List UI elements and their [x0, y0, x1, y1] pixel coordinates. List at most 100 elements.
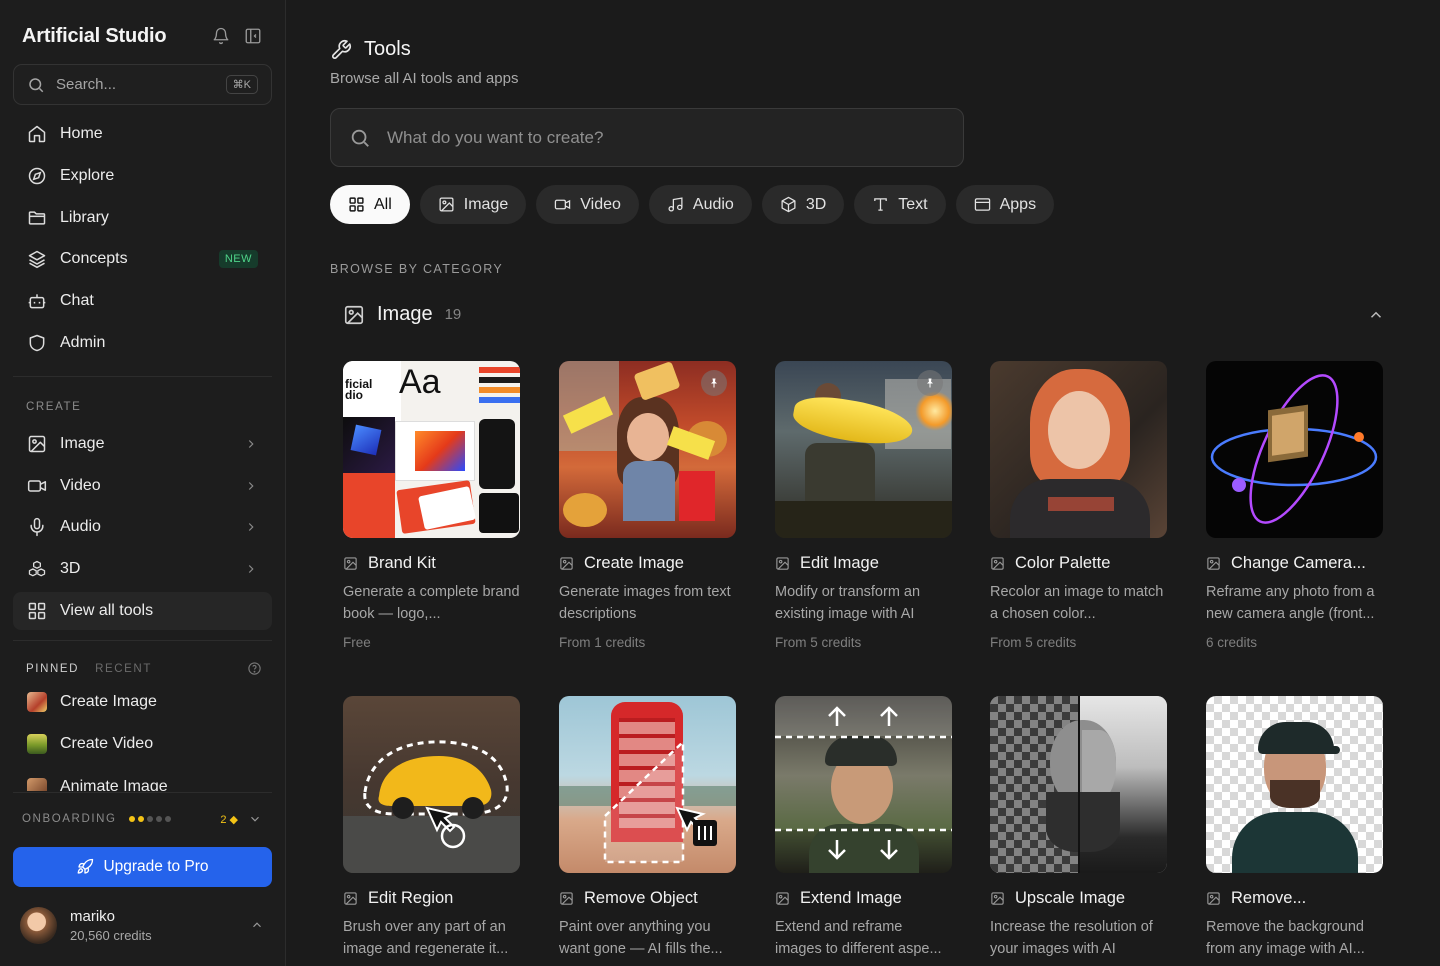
filter-3d[interactable]: 3D [761, 185, 845, 224]
page-title-text: Tools [364, 38, 411, 60]
upgrade-button[interactable]: Upgrade to Pro [13, 847, 272, 887]
bot-icon [28, 294, 46, 309]
nav-explore[interactable]: Explore [13, 157, 272, 195]
view-all-tools[interactable]: View all tools [13, 592, 272, 630]
video-icon [555, 199, 571, 210]
nav-home[interactable]: Home [13, 115, 272, 153]
filter-video[interactable]: Video [536, 185, 639, 224]
tool-card-remove-background[interactable]: Remove... Remove the background from any… [1206, 696, 1383, 960]
tool-card-remove-object[interactable]: Remove Object Paint over anything you wa… [559, 696, 736, 960]
layers-icon [28, 250, 46, 269]
onboarding-progress[interactable]: ONBOARDING 2 ◆ [22, 812, 262, 826]
create-3d[interactable]: 3D [13, 550, 272, 588]
create-image[interactable]: Image [13, 425, 272, 463]
tool-card-edit-region[interactable]: Edit Region Brush over any part of an im… [343, 696, 520, 960]
tool-thumbnail [1206, 696, 1383, 873]
filter-image[interactable]: Image [419, 185, 527, 224]
chevron-down-icon [251, 816, 259, 822]
create-video[interactable]: Video [13, 467, 272, 505]
category-title: Image [377, 303, 433, 325]
search-shortcut: ⌘K [225, 75, 258, 94]
tool-card-color-palette[interactable]: Color Palette Recolor an image to match … [990, 361, 1167, 650]
filter-label: Video [580, 195, 621, 213]
nav-label: Audio [60, 518, 101, 535]
pin-icon[interactable] [917, 370, 943, 396]
home-icon [28, 125, 46, 143]
tab-pinned[interactable]: PINNED [26, 663, 79, 675]
tools-search-placeholder: What do you want to create? [387, 127, 604, 147]
sidebar-collapse-icon[interactable] [244, 27, 262, 45]
tool-card-brand-kit[interactable]: ficial dio Aa Brand Kit Generate a comple… [343, 361, 520, 650]
pinned-animate-image[interactable]: Animate Image [13, 767, 272, 791]
tool-thumbnail: ficial dio Aa [343, 361, 520, 538]
category-header-image[interactable]: Image 19 [343, 303, 1385, 326]
pinned-create-image[interactable]: Create Image [13, 683, 272, 721]
page-title: Tools [330, 38, 411, 61]
compass-icon [28, 167, 46, 185]
tool-description: Paint over anything you want gone — AI f… [559, 919, 723, 957]
pinned-thumbnail [27, 692, 47, 712]
tool-title: Edit Region [343, 889, 520, 908]
tool-card-upscale-image[interactable]: Upscale Image Increase the resolution of… [990, 696, 1167, 960]
pinned-label: Animate Image [60, 778, 168, 791]
image-icon [776, 557, 789, 570]
tool-card-create-image[interactable]: Create Image Generate images from text d… [559, 361, 736, 650]
pin-icon[interactable] [701, 370, 727, 396]
category-count: 19 [444, 306, 462, 323]
tool-title: Create Image [559, 554, 736, 573]
tool-price: From 5 credits [775, 635, 862, 650]
filter-all[interactable]: All [330, 185, 410, 224]
pinned-label: Create Image [60, 693, 157, 710]
nav-label: Image [60, 435, 105, 452]
tool-description: Recolor an image to match a chosen color… [990, 584, 1164, 622]
filter-label: Audio [692, 195, 734, 213]
bell-icon[interactable] [212, 27, 230, 45]
filter-audio[interactable]: Audio [648, 185, 752, 224]
help-icon[interactable] [247, 661, 262, 676]
image-icon [560, 892, 573, 905]
nav-label: View all tools [60, 602, 154, 619]
sidebar-search[interactable]: Search... ⌘K [13, 64, 272, 105]
sidebar-search-placeholder: Search... [56, 76, 117, 93]
type-icon [874, 198, 888, 211]
image-icon [991, 557, 1004, 570]
nav-admin[interactable]: Admin [13, 324, 272, 362]
pinned-recent-tabs: PINNED RECENT [26, 661, 262, 676]
nav-chat[interactable]: Chat [13, 282, 272, 320]
brand-name: Artificial Studio [22, 24, 167, 47]
nav-concepts[interactable]: Concepts NEW [13, 240, 272, 278]
tool-title: Extend Image [775, 889, 952, 908]
image-icon [344, 305, 364, 324]
grid-icon [28, 602, 46, 620]
upgrade-label: Upgrade to Pro [103, 858, 209, 875]
nav-library[interactable]: Library [13, 199, 272, 237]
pinned-thumbnail [27, 734, 47, 754]
tool-price: 6 credits [1206, 635, 1258, 650]
user-menu[interactable]: mariko 20,560 credits [20, 905, 264, 945]
tool-card-edit-image[interactable]: Edit Image Modify or transform an existi… [775, 361, 952, 650]
create-audio[interactable]: Audio [13, 508, 272, 546]
tab-recent[interactable]: RECENT [95, 663, 152, 675]
tool-description: Remove the background from any image wit… [1206, 919, 1365, 957]
chevron-right-icon [248, 440, 254, 448]
tool-title: Brand Kit [343, 554, 520, 573]
tool-card-extend-image[interactable]: Extend Image Extend and reframe images t… [775, 696, 952, 960]
onboarding-dots [128, 816, 171, 822]
nav-label: Video [60, 477, 101, 494]
filter-apps[interactable]: Apps [955, 185, 1055, 224]
tool-title: Remove... [1206, 889, 1383, 908]
tool-thumbnail [990, 696, 1167, 873]
tool-description: Brush over any part of an image and rege… [343, 919, 509, 957]
tools-search-input[interactable]: What do you want to create? [330, 108, 964, 167]
filter-text[interactable]: Text [854, 185, 946, 224]
image-icon [28, 435, 46, 453]
tool-thumbnail [559, 696, 736, 873]
chevron-up-icon[interactable] [1367, 306, 1385, 324]
tool-card-change-camera[interactable]: Change Camera... Reframe any photo from … [1206, 361, 1383, 650]
pinned-thumbnail [27, 778, 47, 791]
divider [13, 792, 272, 793]
tool-price: Free [343, 635, 371, 650]
chevron-up-icon [253, 922, 261, 928]
nav-label: Library [60, 209, 109, 226]
pinned-create-video[interactable]: Create Video [13, 725, 272, 763]
